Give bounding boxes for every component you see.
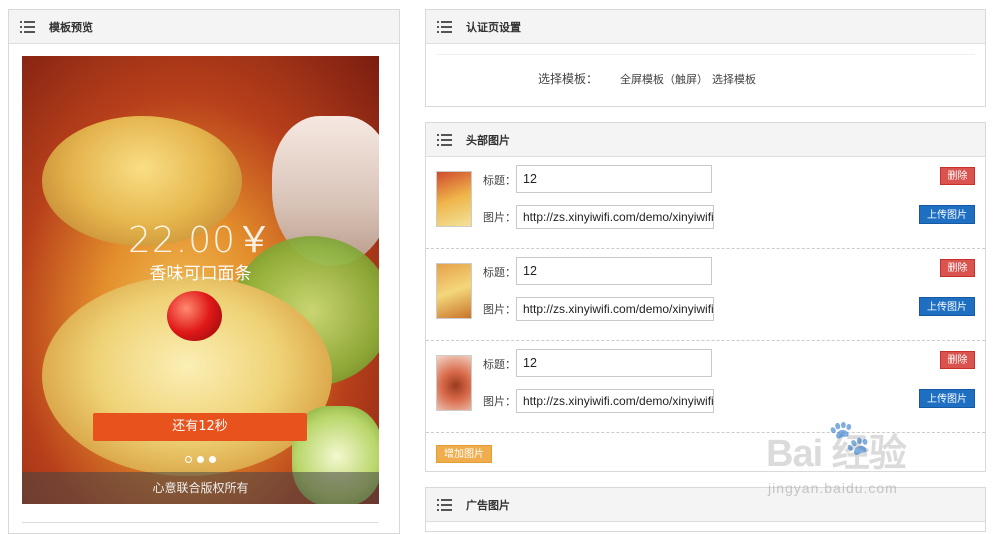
image-item: 标题： 12 图片： http://zs.xinyiwifi.com/demo/… <box>426 157 985 249</box>
food-image <box>167 291 222 341</box>
panel-title: 广告图片 <box>466 498 510 512</box>
list-icon <box>437 133 452 146</box>
divider <box>22 522 379 523</box>
panel-header: 头部图片 <box>426 123 985 157</box>
template-label: 选择模板： <box>538 72 599 86</box>
add-image-button[interactable]: 增加图片 <box>436 445 492 463</box>
image-item: 标题： 12 图片： http://zs.xinyiwifi.com/demo/… <box>426 341 985 433</box>
image-url-input[interactable]: http://zs.xinyiwifi.com/demo/xinyiwifi <box>516 389 714 413</box>
slide-dot[interactable] <box>185 456 192 463</box>
panel-title: 模板预览 <box>49 20 93 34</box>
upload-image-button[interactable]: 上传图片 <box>919 205 975 224</box>
title-field-label: 标题： <box>483 358 516 371</box>
title-input[interactable]: 12 <box>516 165 712 193</box>
upload-image-button[interactable]: 上传图片 <box>919 297 975 316</box>
image-field-label: 图片： <box>483 303 516 316</box>
slide-dot-active[interactable] <box>197 456 204 463</box>
title-input[interactable]: 12 <box>516 257 712 285</box>
title-input[interactable]: 12 <box>516 349 712 377</box>
template-value: 全屏模板（触屏） <box>620 72 709 86</box>
panel-header: 广告图片 <box>426 488 985 522</box>
image-thumbnail <box>436 171 472 227</box>
image-item: 标题： 12 图片： http://zs.xinyiwifi.com/demo/… <box>426 249 985 341</box>
template-preview-panel: 模板预览 22.00￥ 香味可口面条 还有12秒 心意联合版权所有 <box>8 9 400 534</box>
panel-title: 头部图片 <box>466 133 510 147</box>
image-url-input[interactable]: http://zs.xinyiwifi.com/demo/xinyiwifi <box>516 297 714 321</box>
panel-header: 模板预览 <box>9 10 399 44</box>
ad-images-panel: 广告图片 <box>425 487 986 532</box>
panel-title: 认证页设置 <box>466 20 521 34</box>
slide-dot[interactable] <box>209 456 216 463</box>
image-url-input[interactable]: http://zs.xinyiwifi.com/demo/xinyiwifi <box>516 205 714 229</box>
list-icon <box>20 20 35 33</box>
template-row: 选择模板： 全屏模板（触屏） 选择模板 <box>538 70 756 87</box>
upload-image-button[interactable]: 上传图片 <box>919 389 975 408</box>
dish-name: 香味可口面条 <box>149 264 252 284</box>
title-field-label: 标题： <box>483 266 516 279</box>
panel-header: 认证页设置 <box>426 10 985 44</box>
countdown-button[interactable]: 还有12秒 <box>93 413 307 441</box>
price-text: 22.00￥ <box>127 220 274 261</box>
image-field-label: 图片： <box>483 395 516 408</box>
image-thumbnail <box>436 355 472 411</box>
phone-preview: 22.00￥ 香味可口面条 还有12秒 心意联合版权所有 <box>22 56 379 504</box>
select-template-link[interactable]: 选择模板 <box>712 71 756 87</box>
header-images-panel: 头部图片 标题： 12 图片： http://zs.xinyiwifi.com/… <box>425 122 986 472</box>
image-field-label: 图片： <box>483 211 516 224</box>
delete-button[interactable]: 删除 <box>940 167 975 185</box>
title-field-label: 标题： <box>483 174 516 187</box>
slide-dots <box>22 456 379 463</box>
list-icon <box>437 20 452 33</box>
divider <box>436 54 975 55</box>
list-icon <box>437 498 452 511</box>
delete-button[interactable]: 删除 <box>940 259 975 277</box>
delete-button[interactable]: 删除 <box>940 351 975 369</box>
copyright-text: 心意联合版权所有 <box>22 472 379 504</box>
image-thumbnail <box>436 263 472 319</box>
auth-settings-panel: 认证页设置 选择模板： 全屏模板（触屏） 选择模板 <box>425 9 986 107</box>
